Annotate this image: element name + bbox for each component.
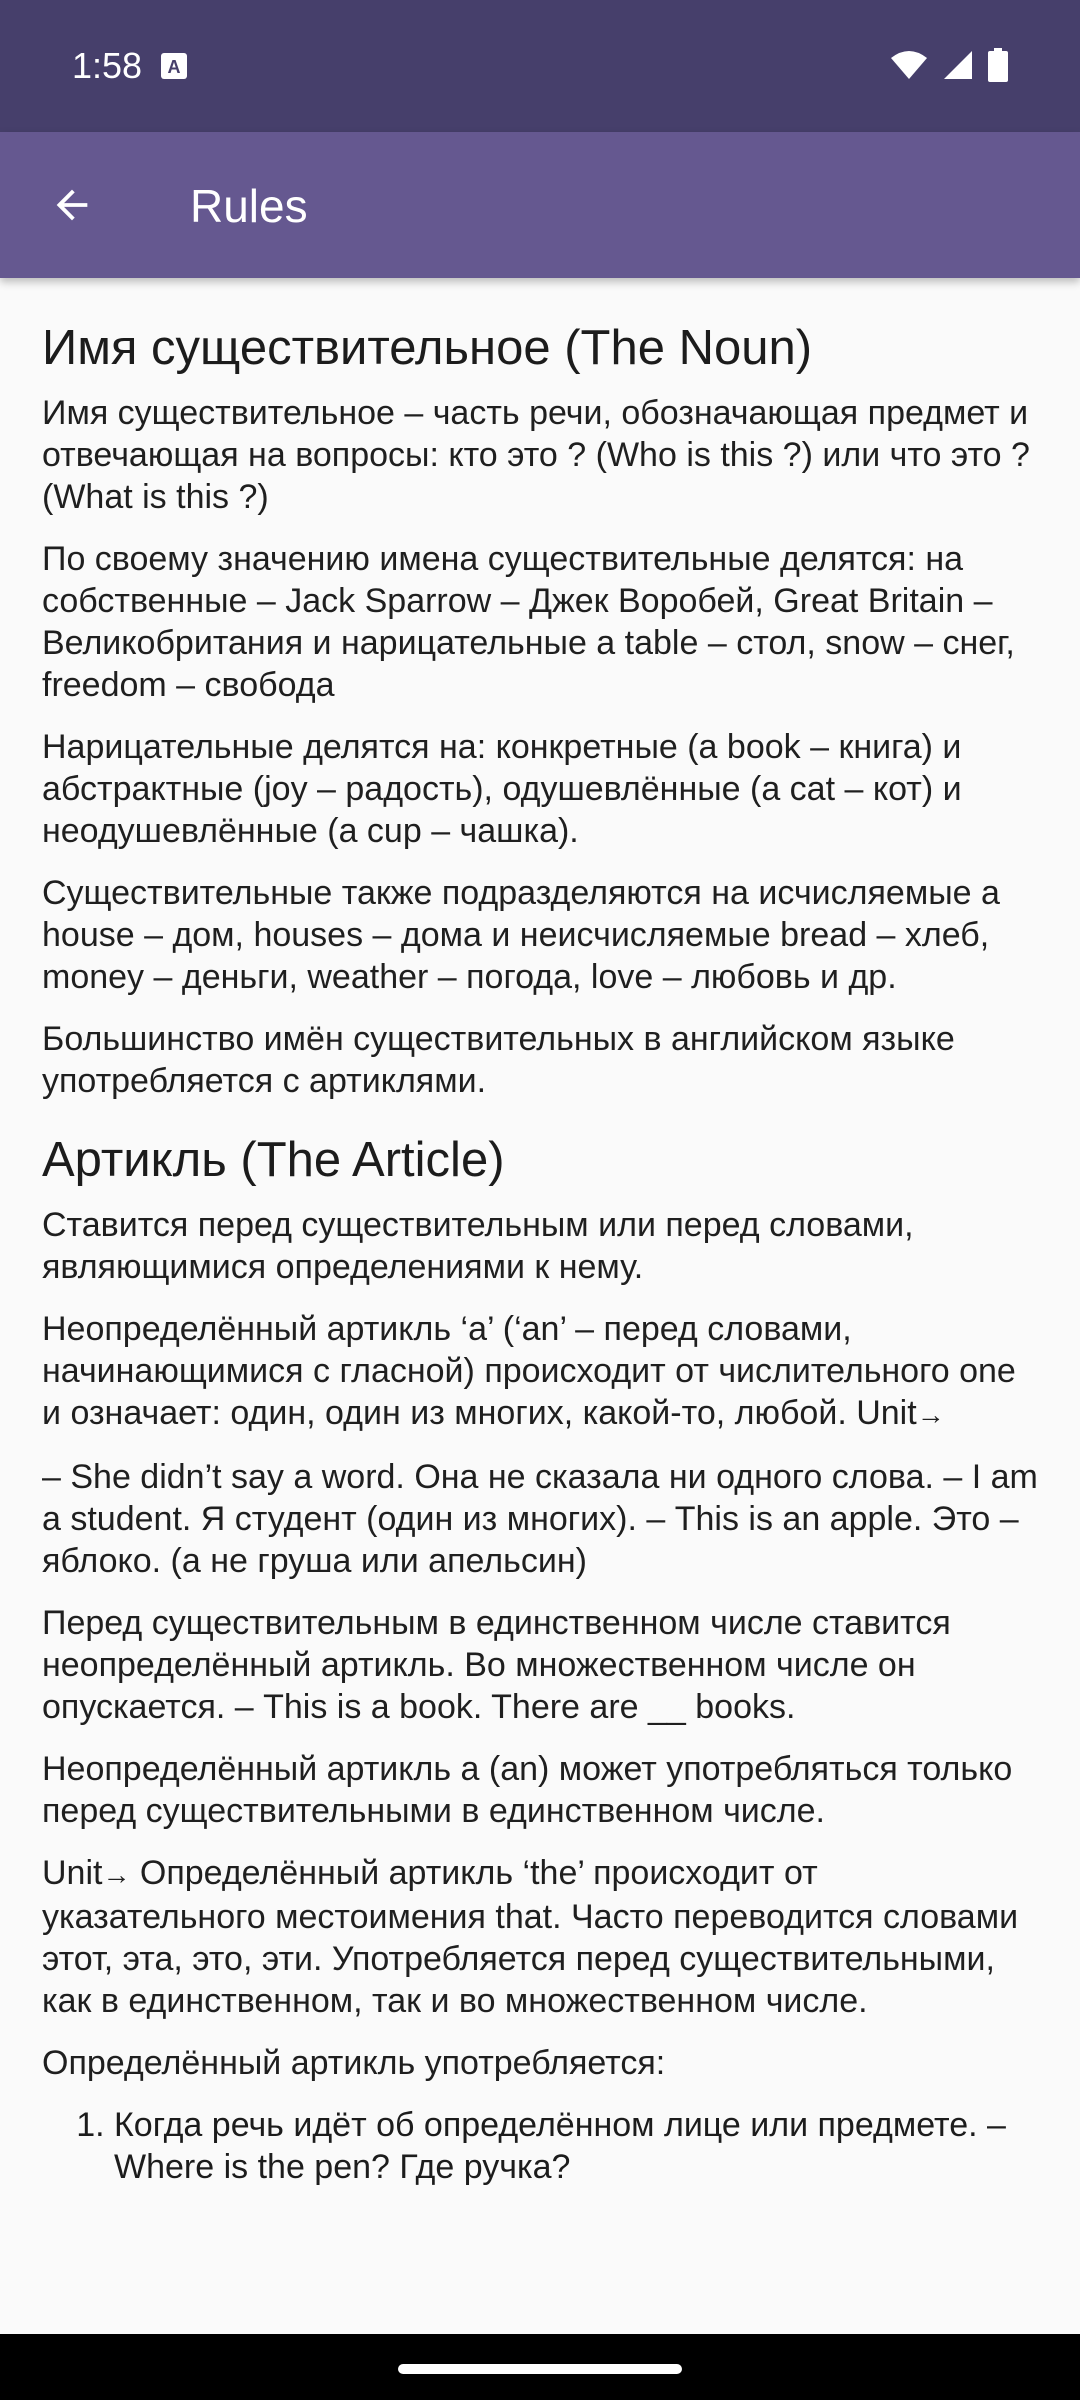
- navigation-bar: [0, 2334, 1080, 2400]
- article-paragraph-6: Unit→ Определённый артикль ‘the’ происхо…: [42, 1852, 1042, 2022]
- article-paragraph-3: – She didn’t say a word. Она не сказала …: [42, 1458, 1038, 1580]
- unit-arrow-icon: →: [916, 1399, 945, 1430]
- status-bar: 1:58 A: [0, 0, 1080, 132]
- svg-text:A: A: [168, 57, 181, 77]
- noun-paragraph-3: Нарицательные делятся на: конкретные (a …: [42, 728, 962, 850]
- article-paragraph-2: Неопределённый артикль ‘a’ (‘an’ – перед…: [42, 1308, 1042, 1436]
- app-title: Rules: [190, 180, 308, 232]
- article-paragraph-2-text: Неопределённый артикль ‘a’ (‘an’ – перед…: [42, 1310, 1016, 1432]
- unit-label: Unit: [42, 1854, 103, 1892]
- arrow-back-icon: [56, 189, 88, 221]
- article-heading: Артикль (The Article): [42, 1133, 505, 1187]
- definite-article-list: Когда речь идёт об определённом лице или…: [42, 2104, 1042, 2188]
- status-time: 1:58: [72, 45, 143, 86]
- unit-arrow-icon: →: [102, 1859, 131, 1890]
- rules-content[interactable]: Имя существительное (The Noun) Имя сущес…: [0, 278, 1080, 2334]
- article-paragraph-1: Ставится перед существительным или перед…: [42, 1206, 914, 1286]
- article-paragraph-7: Определённый артикль употребляется:: [42, 2044, 666, 2082]
- keyboard-a-icon: A: [161, 53, 187, 79]
- noun-paragraph-4: Существительные также подразделяются на …: [42, 874, 1000, 996]
- back-button[interactable]: [30, 167, 114, 243]
- noun-paragraph-2: По своему значению имена существительные…: [42, 540, 1015, 704]
- article-paragraph-4: Перед существительным в единственном чис…: [42, 1604, 951, 1726]
- article-paragraph-6-text: Определённый артикль ‘the’ происходит от…: [42, 1854, 1019, 2020]
- battery-icon: [988, 48, 1008, 82]
- app-bar: Rules: [0, 132, 1080, 278]
- noun-paragraph-1: Имя существительное – часть речи, обозна…: [42, 394, 1030, 516]
- home-gesture-handle[interactable]: [398, 2364, 682, 2374]
- wifi-icon: [891, 51, 927, 79]
- noun-paragraph-5: Большинство имён существительных в англи…: [42, 1020, 955, 1100]
- cell-signal-icon: [944, 51, 972, 79]
- article-paragraph-5: Неопределённый артикль a (an) может упот…: [42, 1750, 1013, 1830]
- noun-heading: Имя существительное (The Noun): [42, 321, 813, 375]
- list-item: Когда речь идёт об определённом лице или…: [114, 2104, 1042, 2188]
- status-icons: [890, 48, 1008, 82]
